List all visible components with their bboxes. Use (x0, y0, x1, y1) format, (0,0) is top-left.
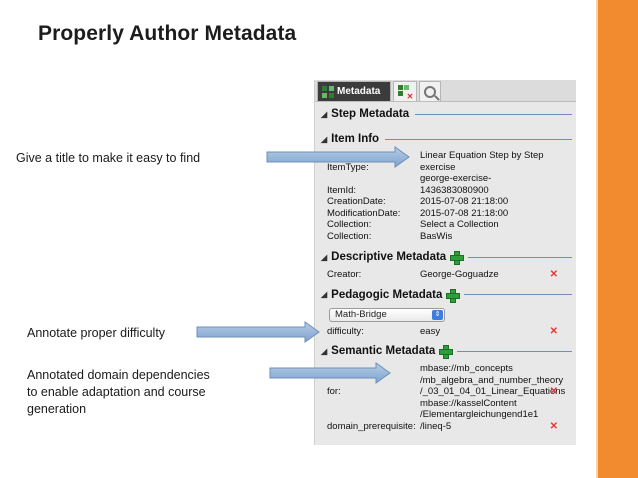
section-descriptive-metadata[interactable]: ◢ Descriptive Metadata (321, 248, 576, 266)
section-semantic-metadata[interactable]: ◢ Semantic Metadata (321, 342, 576, 360)
row-key: domain_prerequisite: (327, 420, 416, 432)
delete-icon[interactable]: ✕ (550, 421, 558, 433)
add-plus-icon[interactable] (446, 288, 461, 303)
prereq-value-line: /Elementargleichungend1e1 (420, 409, 539, 420)
add-plus-icon[interactable] (439, 345, 454, 359)
row-key (327, 173, 420, 185)
row-value: Select a Collection (420, 219, 499, 230)
tab-search[interactable] (419, 81, 442, 101)
domain-note: Annotated domain dependencies to enable … (27, 367, 277, 418)
item-row-title[interactable]: Title: Linear Equation Step by Step (315, 150, 576, 162)
section-item-info-label: Item Info (331, 133, 380, 145)
row-value: 1436383080900 (420, 184, 489, 196)
row-key: ItemId: (327, 184, 357, 196)
collapse-triangle-icon: ◢ (321, 109, 328, 119)
difficulty-row[interactable]: difficulty: easy ✕ (315, 326, 576, 338)
item-row-modification-date: ModificationDate: 2015-07-08 21:18:00 (315, 208, 576, 220)
domain-note-line-1: Annotated domain dependencies (27, 368, 210, 382)
row-key: Collection: (327, 230, 372, 242)
tab-tools[interactable] (393, 81, 418, 101)
for-value-line: /mb_algebra_and_number_theory (420, 374, 564, 386)
domain-note-line-3: generation (27, 402, 87, 416)
section-descriptive-label: Descriptive Metadata (331, 251, 447, 263)
section-divider (468, 256, 572, 258)
section-divider (457, 350, 572, 352)
item-row-itemtype[interactable]: ItemType: exercise (315, 162, 576, 174)
metadata-panel: Metadata ◢ Step Metadata ◢ Item Info Tit… (314, 80, 576, 445)
domain-note-line-2: to enable adaptation and course (27, 385, 206, 399)
section-step-metadata-label: Step Metadata (331, 108, 410, 120)
row-value: 2015-07-08 21:18:00 (420, 196, 509, 207)
item-row-itemid-prefix: george-exercise- (315, 173, 576, 185)
item-row-creation-date: CreationDate: 2015-07-08 21:18:00 (315, 196, 576, 208)
row-key: Creator: (327, 269, 362, 280)
panel-tabbar: Metadata (315, 80, 576, 102)
delete-icon[interactable]: ✕ (550, 326, 558, 338)
row-key: for: (327, 386, 341, 397)
for-value-line: mbase://mb_concepts (420, 363, 513, 374)
section-divider (415, 113, 572, 115)
item-row-itemid: ItemId: 1436383080900 (315, 185, 576, 197)
item-row-collection-select[interactable]: Collection: Select a Collection (315, 219, 576, 231)
collapse-triangle-icon: ◢ (321, 134, 328, 144)
row-value: exercise (420, 161, 456, 173)
delete-icon[interactable]: ✕ (550, 269, 558, 281)
row-value: 2015-07-08 21:18:00 (420, 207, 509, 219)
collapse-triangle-icon: ◢ (321, 252, 328, 262)
collapse-triangle-icon: ◢ (321, 290, 328, 299)
prerequisite-row[interactable]: domain_prerequisite: mbase://kasselConte… (315, 398, 576, 433)
row-key: ItemType: (327, 161, 369, 173)
row-value: george-exercise- (420, 173, 492, 184)
section-semantic-label: Semantic Metadata (331, 345, 436, 357)
section-step-metadata[interactable]: ◢ Step Metadata (321, 105, 576, 123)
grid-icon (322, 85, 334, 98)
accent-bar (596, 0, 638, 478)
row-key: ModificationDate: (327, 207, 401, 219)
title-note: Give a title to make it easy to find (16, 151, 201, 165)
prereq-value-line: mbase://kasselContent (420, 397, 517, 409)
section-item-info[interactable]: ◢ Item Info (321, 130, 576, 148)
row-key: Title: (327, 150, 348, 161)
difficulty-note: Annotate proper difficulty (27, 326, 166, 340)
select-value: Math-Bridge (335, 309, 387, 320)
tab-metadata-label: Metadata (337, 86, 381, 97)
section-pedagogic-label: Pedagogic Metadata (331, 288, 443, 301)
pedagogic-scheme-select[interactable]: Math-Bridge ⇕ (329, 307, 445, 322)
add-plus-icon[interactable] (450, 251, 465, 265)
for-row[interactable]: for: mbase://mb_concepts /mb_algebra_and… (315, 363, 576, 398)
tab-metadata[interactable]: Metadata (317, 81, 392, 101)
delete-icon[interactable]: ✕ (550, 386, 558, 398)
section-divider (464, 294, 572, 295)
row-key: difficulty: (327, 325, 364, 337)
chevron-updown-icon: ⇕ (432, 309, 443, 320)
section-divider (385, 138, 572, 140)
row-key: Collection: (327, 219, 372, 230)
row-value: BasWis (420, 230, 453, 242)
tool-remove-icon (398, 84, 413, 101)
difficulty-callout-arrow (196, 321, 320, 343)
magnifier-icon (424, 85, 437, 98)
slide-title: Properly Author Metadata (38, 22, 297, 45)
section-pedagogic-metadata[interactable]: ◢ Pedagogic Metadata (321, 286, 576, 304)
collapse-triangle-icon: ◢ (321, 346, 328, 356)
item-row-collection[interactable]: Collection: BasWis (315, 231, 576, 243)
item-info-rows: Title: Linear Equation Step by Step ItemT… (315, 150, 576, 242)
row-value: Linear Equation Step by Step (420, 150, 544, 161)
row-key: CreationDate: (327, 196, 386, 207)
creator-row[interactable]: Creator: George-Goguadze ✕ (315, 269, 576, 281)
